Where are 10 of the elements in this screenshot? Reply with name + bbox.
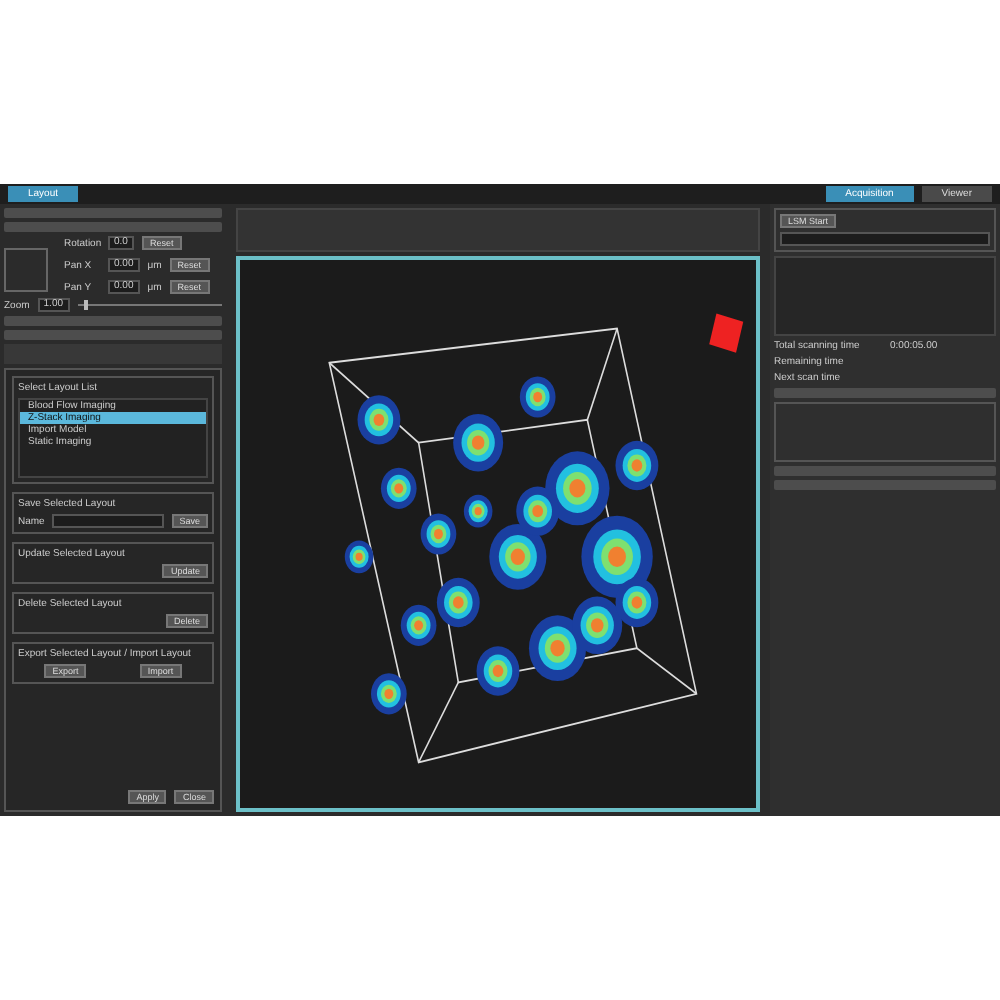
section-header[interactable] — [4, 330, 222, 340]
preview-box — [4, 248, 48, 292]
name-field[interactable] — [52, 514, 164, 528]
section-header[interactable] — [774, 466, 996, 476]
zoom-slider-thumb[interactable] — [84, 300, 89, 310]
section-header[interactable] — [4, 222, 222, 232]
section-header[interactable] — [4, 208, 222, 218]
path-field[interactable] — [780, 232, 990, 246]
section-header[interactable] — [774, 388, 996, 398]
section-header[interactable] — [774, 480, 996, 490]
